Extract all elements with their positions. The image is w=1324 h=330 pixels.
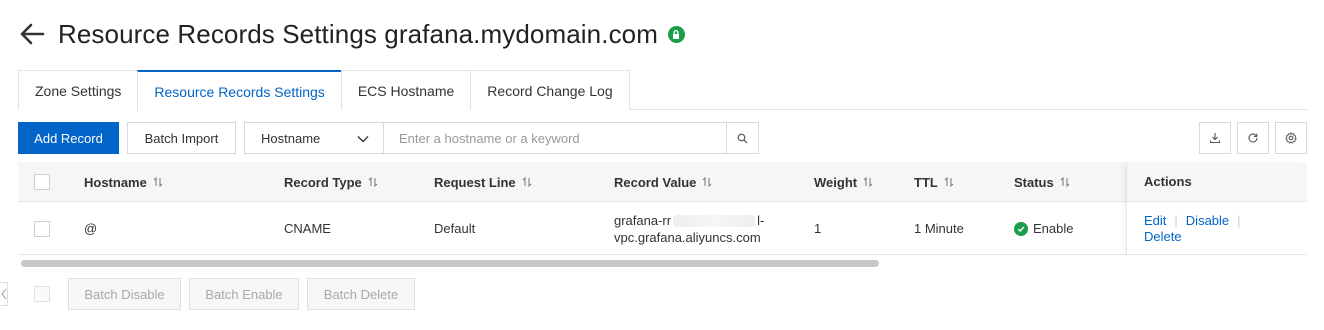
column-weight[interactable]: Weight [814, 162, 873, 202]
cell-hostname: @ [84, 221, 98, 236]
row-checkbox[interactable] [34, 202, 50, 255]
tab-zone-settings[interactable]: Zone Settings [18, 70, 138, 110]
actions-column: Actions Edit | Disable | Delete [1126, 162, 1307, 255]
column-label: Status [1014, 174, 1054, 190]
cell-weight: 1 [814, 221, 822, 236]
column-label: Hostname [84, 174, 147, 190]
sort-icon[interactable] [368, 177, 378, 187]
table-row: @ CNAME Default grafana-rr l- vpc.grafana… [18, 202, 1307, 255]
records-table: Hostname Record Type Request Line Record… [18, 162, 1307, 270]
sort-icon[interactable] [522, 177, 532, 187]
column-record-type[interactable]: Record Type [284, 162, 378, 202]
page-header: Resource Records Settings grafana.mydoma… [18, 14, 685, 54]
download-icon[interactable] [1199, 122, 1231, 154]
cell-record-value: grafana-rr l- vpc.grafana.aliyuncs.com [614, 202, 764, 255]
chevron-left-icon[interactable] [0, 282, 8, 306]
record-value-line-1: grafana-rr l- [614, 212, 764, 229]
settings-icon[interactable] [1275, 122, 1307, 154]
batch-disable-button[interactable]: Batch Disable [68, 278, 181, 310]
select-all-checkbox[interactable] [34, 162, 50, 202]
scrollbar-thumb[interactable] [21, 260, 879, 267]
delete-link[interactable]: Delete [1144, 229, 1182, 244]
search-field-label: Hostname [261, 130, 321, 146]
sort-icon[interactable] [1060, 177, 1070, 187]
record-value-line-2: vpc.grafana.aliyuncs.com [614, 229, 761, 245]
cell-ttl: 1 Minute [914, 221, 964, 236]
tab-ecs-hostname[interactable]: ECS Hostname [340, 70, 471, 110]
column-label: Request Line [434, 174, 516, 190]
tab-record-change-log[interactable]: Record Change Log [470, 70, 630, 110]
column-label: Record Value [614, 174, 697, 190]
refresh-icon[interactable] [1237, 122, 1269, 154]
row-actions: Edit | Disable | Delete [1127, 202, 1307, 255]
status-label: Enable [1033, 221, 1074, 236]
search-icon[interactable] [726, 122, 759, 154]
column-status[interactable]: Status [1014, 162, 1070, 202]
toolbar: Add Record Batch Import Hostname [18, 122, 1307, 154]
footer-select-all-checkbox[interactable] [34, 286, 50, 302]
batch-delete-button[interactable]: Batch Delete [307, 278, 415, 310]
disable-link[interactable]: Disable [1186, 213, 1229, 229]
check-circle-icon [1014, 221, 1028, 236]
search-input[interactable] [383, 122, 727, 154]
divider: | [1237, 213, 1241, 228]
table-header: Hostname Record Type Request Line Record… [18, 162, 1307, 202]
batch-actions-bar: Batch Disable Batch Enable Batch Delete [0, 278, 1324, 312]
record-value-suffix: l- [757, 212, 765, 228]
add-record-button[interactable]: Add Record [18, 122, 119, 154]
cell-status: Enable [1014, 202, 1073, 255]
sort-icon[interactable] [702, 177, 712, 187]
batch-enable-button[interactable]: Batch Enable [189, 278, 299, 310]
redacted-segment [673, 215, 756, 228]
sort-icon[interactable] [863, 177, 873, 187]
chevron-down-icon [357, 131, 369, 146]
edit-link[interactable]: Edit [1144, 213, 1166, 229]
sort-icon[interactable] [153, 177, 163, 187]
record-value-prefix: grafana-rr [614, 212, 672, 228]
batch-import-button[interactable]: Batch Import [127, 122, 236, 154]
column-record-value[interactable]: Record Value [614, 162, 712, 202]
column-label: Record Type [284, 174, 362, 190]
tab-resource-records-settings[interactable]: Resource Records Settings [137, 70, 341, 111]
cell-request-line: Default [434, 221, 476, 236]
column-actions: Actions [1127, 162, 1307, 202]
sort-icon[interactable] [944, 177, 954, 187]
column-label: TTL [914, 174, 938, 190]
search-field-select[interactable]: Hostname [244, 122, 384, 154]
page-title: Resource Records Settings grafana.mydoma… [58, 18, 658, 49]
horizontal-scrollbar[interactable] [18, 260, 1307, 268]
arrow-left-icon[interactable] [18, 20, 46, 48]
cell-record-type: CNAME [284, 221, 331, 236]
lock-badge-icon [667, 25, 685, 43]
tab-bar: Zone Settings Resource Records Settings … [18, 70, 1307, 111]
column-hostname[interactable]: Hostname [84, 162, 163, 202]
column-label: Weight [814, 174, 858, 190]
divider: | [1174, 213, 1178, 228]
column-request-line[interactable]: Request Line [434, 162, 532, 202]
column-ttl[interactable]: TTL [914, 162, 954, 202]
